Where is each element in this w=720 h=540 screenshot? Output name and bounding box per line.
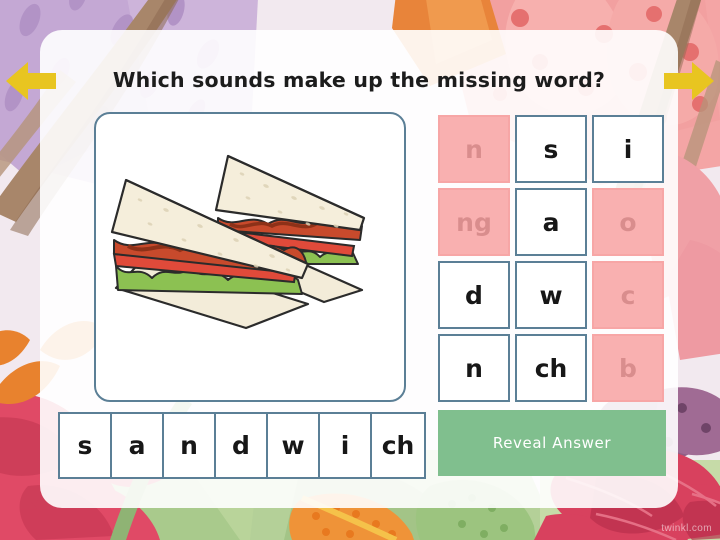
slide-root: Which sounds make up the missing word? s… (0, 0, 720, 540)
phoneme-tile[interactable]: n (438, 115, 510, 183)
answer-cell: n (164, 414, 216, 477)
reveal-answer-button[interactable]: Reveal Answer (438, 410, 666, 476)
watermark-label: twinkl.com (661, 523, 712, 534)
phoneme-tile[interactable]: ch (515, 334, 587, 402)
previous-arrow-icon[interactable] (4, 58, 58, 104)
answer-cell: ch (372, 414, 424, 477)
phoneme-tile[interactable]: b (592, 334, 664, 402)
activity-card: Which sounds make up the missing word? s… (40, 30, 678, 508)
answer-cell: d (216, 414, 268, 477)
picture-frame (94, 112, 406, 402)
phoneme-tile[interactable]: i (592, 115, 664, 183)
phoneme-tile[interactable]: s (515, 115, 587, 183)
phoneme-tile[interactable]: n (438, 334, 510, 402)
phoneme-choice-grid: n s i ng a o d w c n ch b (438, 115, 666, 402)
answer-cell: w (268, 414, 320, 477)
answer-cell: i (320, 414, 372, 477)
phoneme-tile[interactable]: w (515, 261, 587, 329)
answer-cell: a (112, 414, 164, 477)
next-arrow-icon[interactable] (662, 58, 716, 104)
phoneme-tile[interactable]: a (515, 188, 587, 256)
phoneme-tile[interactable]: ng (438, 188, 510, 256)
sandwich-illustration (110, 154, 366, 330)
phoneme-tile[interactable]: o (592, 188, 664, 256)
phoneme-tile[interactable]: d (438, 261, 510, 329)
phoneme-tile[interactable]: c (592, 261, 664, 329)
answer-cell: s (60, 414, 112, 477)
answer-phoneme-row: s a n d w i ch (58, 412, 426, 479)
page-title: Which sounds make up the missing word? (112, 68, 606, 92)
